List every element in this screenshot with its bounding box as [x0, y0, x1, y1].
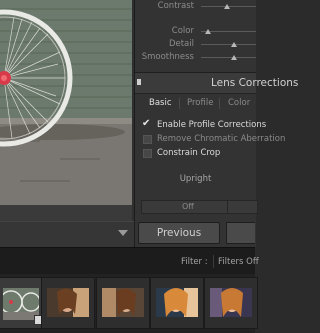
- tab-profile[interactable]: Profile: [187, 98, 213, 108]
- detail-slider-thumb[interactable]: [231, 42, 237, 47]
- thumbnail-image: [156, 288, 198, 317]
- filter-dropdown[interactable]: Filters Off: [218, 257, 259, 267]
- tab-basic[interactable]: Basic: [149, 98, 172, 108]
- detail-slider[interactable]: [201, 44, 256, 45]
- bicycle-wheel-image: [0, 0, 132, 205]
- color-slider-thumb[interactable]: [205, 29, 212, 34]
- photo-frame: [0, 205, 132, 221]
- lens-corrections-tabs: Basic Profile Color: [135, 92, 256, 116]
- thumbnail-portrait-1[interactable]: [41, 277, 95, 329]
- slider-label-smoothness: Smoothness: [141, 52, 194, 62]
- thumbnail-portrait-graphic: [156, 288, 198, 317]
- upright-heading: Upright: [179, 174, 212, 184]
- enable-profile-corrections-label: Enable Profile Corrections: [157, 120, 267, 130]
- next-button[interactable]: [226, 222, 255, 244]
- thumbnail-portrait-3[interactable]: [150, 277, 204, 329]
- thumbnail-portrait-graphic: [47, 288, 89, 317]
- thumbnail-image: [210, 288, 252, 317]
- smoothness-slider-thumb[interactable]: [231, 55, 237, 60]
- constrain-crop-label: Constrain Crop: [157, 148, 221, 158]
- slider-label-detail: Detail: [168, 39, 194, 49]
- thumbnail-image: [47, 288, 89, 317]
- filmstrip: [0, 274, 258, 333]
- thumbnail-image: [102, 288, 144, 317]
- tab-color[interactable]: Color: [228, 98, 250, 108]
- contrast-slider-thumb[interactable]: [223, 4, 230, 9]
- slider-label-contrast: Contrast: [157, 1, 194, 11]
- upright-divider: [227, 201, 228, 213]
- checkbox-unchecked[interactable]: [143, 135, 152, 144]
- remove-chromatic-aberration-label: Remove Chromatic Aberration: [157, 134, 286, 144]
- checkbox-unchecked[interactable]: [143, 149, 152, 158]
- panel-collapse-icon[interactable]: [137, 79, 141, 85]
- checkmark-icon[interactable]: ✔: [142, 118, 150, 129]
- thumbnail-portrait-graphic: [210, 288, 252, 317]
- smoothness-slider[interactable]: [201, 57, 256, 58]
- upright-buttons: Off: [141, 200, 258, 214]
- image-viewer: [0, 0, 136, 248]
- previous-button[interactable]: Previous: [138, 222, 220, 244]
- filter-divider: [213, 255, 214, 268]
- filter-label: Filter :: [181, 257, 208, 267]
- photo-toolbar: [0, 221, 134, 248]
- previous-button-label: Previous: [156, 227, 202, 239]
- develop-right-panel: Contrast Color Detail Smoothness Lens Co…: [134, 0, 298, 247]
- toolbar-menu-chevron-down-icon[interactable]: [118, 230, 128, 236]
- tab-divider: [179, 98, 180, 109]
- main-photo-bicycle-wheel[interactable]: [0, 0, 132, 205]
- lens-corrections-header[interactable]: Lens Corrections: [135, 72, 298, 94]
- filmstrip-header: Filter : Filters Off: [0, 247, 259, 275]
- thumbnail-portrait-2[interactable]: [96, 277, 150, 329]
- slider-label-color: Color: [171, 26, 194, 36]
- tab-divider: [219, 98, 220, 109]
- thumbnail-portrait-graphic: [102, 288, 144, 317]
- upright-off-button[interactable]: Off: [182, 202, 194, 211]
- thumbnail-portrait-4[interactable]: [204, 277, 258, 329]
- lens-corrections-title: Lens Corrections: [211, 77, 299, 89]
